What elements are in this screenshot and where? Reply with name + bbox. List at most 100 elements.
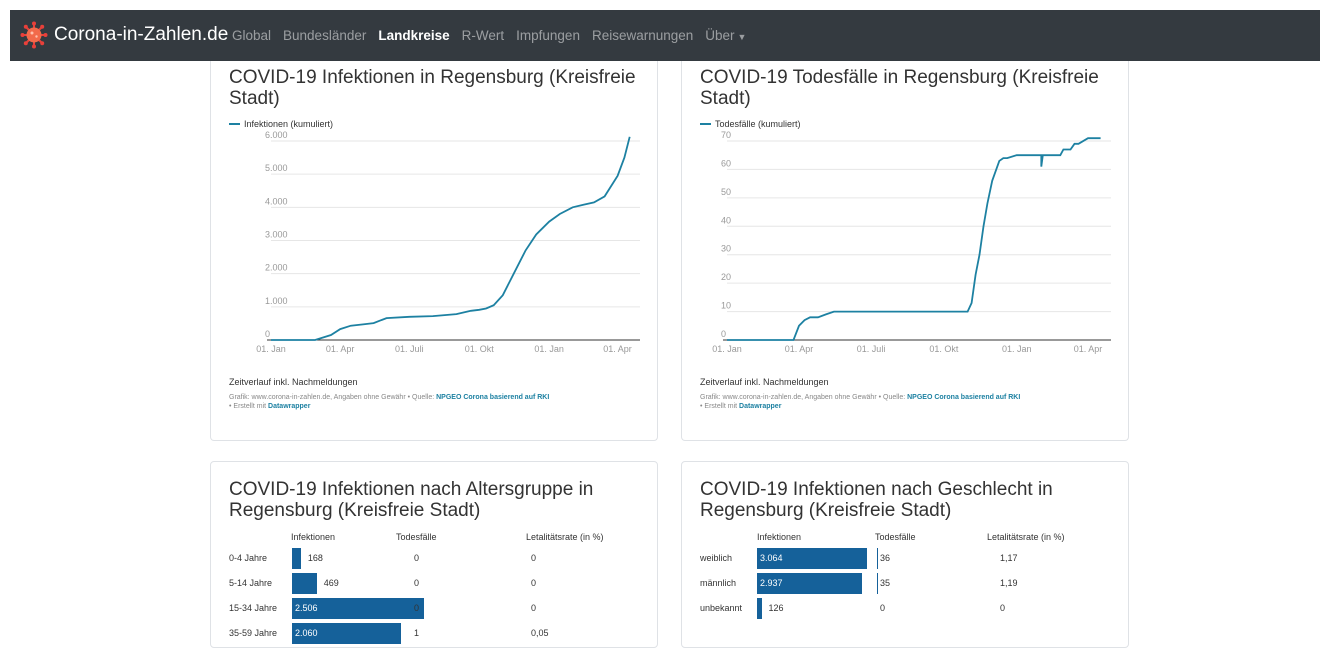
deaths-line-chart: 0 10 20 30 40 50 60 70 01. Jan 01. Apr 01. Juli 01.… [712, 130, 1111, 354]
nav-item-impfungen[interactable]: Impfungen [516, 28, 580, 43]
x-tick-label: 01. Juli [395, 344, 424, 354]
deaths-chart-card: COVID-19 Todesfälle in Regensburg (Kreis… [681, 61, 1129, 441]
credit-text: Grafik: www.corona-in-zahlen.de, Angaben… [700, 394, 908, 401]
infections-value: 2.937 [760, 578, 783, 588]
row-label: 35-59 Jahre [229, 628, 278, 638]
rate-value: 1,19 [1000, 578, 1018, 588]
series-line [271, 136, 631, 341]
deaths-chart-credit: Grafik: www.corona-in-zahlen.de, Angaben… [700, 393, 1130, 411]
x-tick-label: 01. Apr [326, 344, 355, 354]
deaths-value: 1 [414, 628, 420, 638]
header-rate: Letalitätsrate (in %) [526, 532, 604, 542]
age-group-title: COVID-19 Infektionen nach Altersgruppe i… [229, 479, 594, 521]
deaths-chart-note: Zeitverlauf inkl. Nachmeldungen [700, 377, 829, 387]
infections-bar [292, 548, 301, 569]
header-deaths: Todesfälle [396, 532, 437, 542]
nav-item-reisewarnungen[interactable]: Reisewarnungen [592, 28, 693, 43]
rate-value: 0 [531, 603, 537, 613]
brand-name: Corona-in-Zahlen.de [54, 24, 229, 45]
header-infections: Infektionen [291, 532, 336, 542]
infections-value: 168 [307, 553, 323, 563]
virus-logo-icon [20, 21, 48, 49]
infections-chart-credit: Grafik: www.corona-in-zahlen.de, Angaben… [229, 393, 659, 411]
rate-value: 0 [531, 578, 537, 588]
nav-item-bundeslaender[interactable]: Bundesländer [283, 28, 366, 43]
nav-item-ueber-dropdown[interactable]: Über ▼ [705, 28, 746, 43]
row-label: 5-14 Jahre [229, 578, 273, 588]
rate-value: 1,17 [1000, 553, 1018, 563]
infections-chart-note: Zeitverlauf inkl. Nachmeldungen [229, 377, 358, 387]
gender-title: COVID-19 Infektionen nach Geschlecht in … [700, 479, 1053, 521]
header-rate: Letalitätsrate (in %) [987, 532, 1065, 542]
infections-value: 3.064 [760, 553, 783, 563]
infections-line-chart: 0 1.000 2.000 3.000 4.000 5.000 6.000 01. Jan 01… [256, 130, 640, 354]
row-label: weiblich [700, 553, 733, 563]
rate-value: 0,05 [531, 628, 549, 638]
deaths-bar [877, 573, 878, 594]
infections-bar [757, 598, 762, 619]
credit-text: Grafik: www.corona-in-zahlen.de, Angaben… [229, 394, 437, 401]
datawrapper-link[interactable]: Datawrapper [739, 403, 781, 410]
deaths-value: 36 [880, 553, 891, 563]
caret-down-icon: ▼ [737, 32, 747, 42]
y-tick-label: 20 [721, 272, 731, 282]
y-tick-label: 6.000 [265, 130, 288, 140]
infections-bar [292, 573, 317, 594]
deaths-value: 0 [414, 603, 420, 613]
infections-value: 2.506 [295, 603, 318, 613]
row-label: 0-4 Jahre [229, 553, 268, 563]
y-tick-label: 2.000 [265, 263, 288, 273]
infections-chart-card: COVID-19 Infektionen in Regensburg (Krei… [210, 61, 658, 441]
y-tick-label: 1.000 [265, 296, 288, 306]
nav-item-global[interactable]: Global [232, 28, 271, 43]
y-tick-label: 10 [721, 301, 731, 311]
x-tick-label: 01. Jan [712, 344, 742, 354]
y-tick-label: 70 [721, 130, 731, 140]
x-tick-label: 01. Okt [929, 344, 959, 354]
infections-value: 126 [768, 603, 784, 613]
credit-made-with: • Erstellt mit [700, 403, 740, 410]
rate-value: 0 [531, 553, 537, 563]
nav-item-r-wert[interactable]: R-Wert [462, 28, 505, 43]
y-tick-label: 5.000 [265, 163, 288, 173]
y-tick-label: 60 [721, 158, 731, 168]
row-label: unbekannt [700, 603, 743, 613]
credit-made-with: • Erstellt mit [229, 403, 269, 410]
x-tick-label: 01. Jan [534, 344, 564, 354]
x-tick-label: 01. Apr [603, 344, 632, 354]
x-tick-label: 01. Apr [1074, 344, 1103, 354]
rate-value: 0 [1000, 603, 1006, 613]
row-label: 15-34 Jahre [229, 603, 278, 613]
y-tick-label: 3.000 [265, 230, 288, 240]
main-nav: Global Bundesländer Landkreise R-Wert Im… [232, 10, 758, 61]
y-tick-label: 40 [721, 215, 731, 225]
deaths-value: 0 [414, 578, 420, 588]
x-tick-label: 01. Jan [256, 344, 286, 354]
infections-value: 469 [323, 578, 339, 588]
header-infections: Infektionen [757, 532, 802, 542]
series-line [727, 137, 1101, 341]
x-tick-label: 01. Okt [465, 344, 495, 354]
y-tick-label: 50 [721, 187, 731, 197]
deaths-value: 0 [880, 603, 886, 613]
age-group-card: COVID-19 Infektionen nach Altersgruppe i… [210, 461, 658, 648]
x-tick-label: 01. Apr [785, 344, 814, 354]
nav-item-landkreise[interactable]: Landkreise [378, 28, 449, 43]
x-tick-label: 01. Juli [857, 344, 886, 354]
source-link[interactable]: NPGEO Corona basierend auf RKI [907, 394, 1020, 401]
header-deaths: Todesfälle [875, 532, 916, 542]
brand-link[interactable]: Corona-in-Zahlen.de [20, 21, 228, 49]
source-link[interactable]: NPGEO Corona basierend auf RKI [436, 394, 549, 401]
infections-value: 2.060 [295, 628, 318, 638]
y-tick-label: 30 [721, 244, 731, 254]
deaths-value: 35 [880, 578, 891, 588]
nav-item-ueber-label: Über [705, 28, 735, 43]
gender-card: COVID-19 Infektionen nach Geschlecht in … [681, 461, 1129, 648]
navbar: Corona-in-Zahlen.de Global Bundesländer … [10, 10, 1320, 61]
datawrapper-link[interactable]: Datawrapper [268, 403, 310, 410]
deaths-bar [877, 548, 878, 569]
x-tick-label: 01. Jan [1002, 344, 1032, 354]
y-tick-label: 0 [721, 329, 726, 339]
y-tick-label: 4.000 [265, 196, 288, 206]
deaths-value: 0 [414, 553, 420, 563]
